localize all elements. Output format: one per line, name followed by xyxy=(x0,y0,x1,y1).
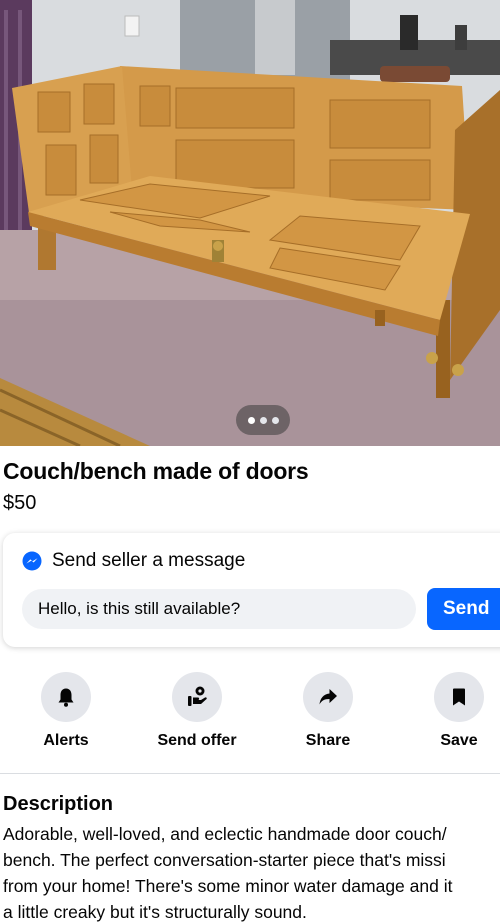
send-offer-label: Send offer xyxy=(157,732,237,749)
listing-title: Couch/bench made of doors xyxy=(3,458,309,484)
save-button[interactable]: Save xyxy=(404,672,500,750)
message-heading-row: Send seller a message xyxy=(22,550,245,572)
share-button[interactable]: Share xyxy=(273,672,383,750)
alerts-label: Alerts xyxy=(43,732,89,749)
message-heading: Send seller a message xyxy=(52,550,246,571)
photo-pager[interactable] xyxy=(236,405,290,435)
save-icon-circle[interactable] xyxy=(434,672,484,722)
alerts-icon-circle[interactable] xyxy=(41,672,91,722)
description-line: Adorable, well-loved, and eclectic handm… xyxy=(3,824,447,844)
save-label: Save xyxy=(440,732,478,749)
share-icon xyxy=(319,689,337,705)
pager-dot xyxy=(247,416,255,424)
messenger-icon xyxy=(22,551,42,571)
listing-price: $50 xyxy=(3,492,37,514)
send-button[interactable]: Send xyxy=(427,588,500,630)
listing-photo[interactable] xyxy=(0,0,500,446)
section-divider xyxy=(0,773,500,774)
bookmark-icon xyxy=(453,688,465,706)
description-line: from your home! There's some minor water… xyxy=(3,876,453,896)
description-line: bench. The perfect conversation-starter … xyxy=(3,850,446,870)
message-seller-card: Send seller a message Send xyxy=(3,533,500,647)
send-offer-icon xyxy=(188,686,207,706)
share-label: Share xyxy=(305,732,351,749)
send-offer-button[interactable]: Send offer xyxy=(142,672,252,750)
send-offer-icon-circle[interactable] xyxy=(172,672,222,722)
description-heading: Description xyxy=(3,793,114,815)
alerts-button[interactable]: Alerts xyxy=(11,672,121,750)
pager-dot xyxy=(259,416,267,424)
pager-dot xyxy=(271,416,279,424)
couch-photo-image xyxy=(0,0,500,446)
message-input[interactable] xyxy=(22,589,416,629)
share-icon-circle[interactable] xyxy=(303,672,353,722)
bell-icon xyxy=(58,688,74,707)
description-line: a little creaky but it's structurally so… xyxy=(3,902,307,922)
description-text: Adorable, well-loved, and eclectic handm… xyxy=(3,821,500,924)
action-bar: Alerts Send offer Share Save xyxy=(0,672,500,762)
